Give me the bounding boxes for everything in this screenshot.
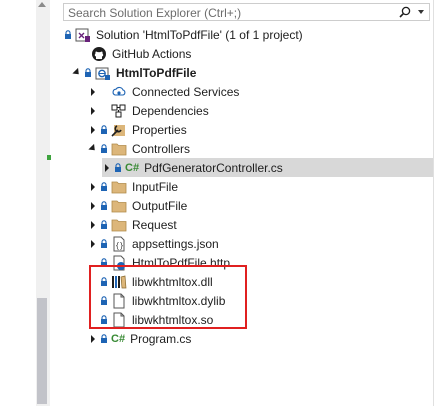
collapsed-chevron-icon[interactable]: [88, 101, 98, 120]
program-label: Program.cs: [130, 331, 192, 346]
highlight-annotation-box: [89, 265, 247, 329]
collapsed-chevron-icon[interactable]: [88, 120, 98, 139]
lock-icon: [101, 181, 107, 191]
github-icon: [92, 46, 106, 61]
connected-services-label: Connected Services: [132, 84, 240, 99]
appsettings-label: appsettings.json: [132, 236, 219, 251]
tree-item-appsettings[interactable]: {} appsettings.json: [88, 234, 219, 253]
json-file-icon: {}: [113, 236, 125, 251]
collapsed-chevron-icon[interactable]: [88, 329, 98, 348]
collapsed-chevron-icon[interactable]: [88, 177, 98, 196]
search-options-chevron-down-icon[interactable]: [418, 10, 424, 14]
lock-icon: [65, 29, 71, 39]
editor-scrollbar-thumb[interactable]: [37, 298, 47, 404]
tree-item-request[interactable]: Request: [88, 215, 177, 234]
tree-item-project[interactable]: HtmlToPdfFile: [72, 63, 196, 82]
scroll-up-arrow-icon[interactable]: [38, 2, 46, 7]
github-actions-label: GitHub Actions: [112, 46, 192, 61]
lock-icon: [101, 200, 107, 210]
csharp-project-icon: [95, 67, 110, 80]
request-label: Request: [132, 217, 177, 232]
expanded-chevron-icon[interactable]: [88, 139, 98, 158]
dependencies-label: Dependencies: [132, 103, 209, 118]
tree-item-solution[interactable]: Solution 'HtmlToPdfFile' (1 of 1 project…: [64, 25, 303, 44]
folder-icon: [111, 200, 127, 212]
lock-icon: [101, 143, 107, 153]
svg-text:{}: {}: [115, 243, 123, 251]
expanded-chevron-icon[interactable]: [72, 63, 82, 82]
lock-icon: [115, 162, 121, 172]
folder-icon: [111, 143, 127, 155]
tree-item-outputfile[interactable]: OutputFile: [88, 196, 187, 215]
search-input[interactable]: Search Solution Explorer (Ctrl+;): [63, 3, 430, 21]
inputfile-label: InputFile: [132, 179, 179, 194]
outputfile-label: OutputFile: [132, 198, 188, 213]
csharp-file-icon: C#: [111, 332, 126, 345]
tree-item-properties[interactable]: Properties: [88, 120, 187, 139]
tree-item-connected-services[interactable]: Connected Services: [88, 82, 239, 101]
csharp-file-icon: C#: [125, 161, 140, 174]
project-label: HtmlToPdfFile: [116, 65, 197, 80]
tree-item-pdf-generator-controller[interactable]: C# PdfGeneratorController.cs: [102, 158, 434, 177]
solution-icon: [75, 28, 90, 42]
search-icon[interactable]: [399, 6, 411, 18]
tree-item-program[interactable]: C# Program.cs: [88, 329, 191, 348]
properties-wrench-icon: [111, 124, 125, 137]
editor-gutter: [0, 0, 36, 406]
change-marker: [47, 155, 51, 160]
connected-services-icon: [112, 86, 126, 96]
collapsed-chevron-icon[interactable]: [102, 158, 112, 177]
panel-border: [433, 0, 434, 406]
folder-icon: [111, 181, 127, 193]
collapsed-chevron-icon[interactable]: [88, 234, 98, 253]
solution-label: Solution 'HtmlToPdfFile' (1 of 1 project…: [96, 27, 303, 42]
search-placeholder: Search Solution Explorer (Ctrl+;): [68, 6, 242, 20]
lock-icon: [101, 238, 107, 248]
properties-label: Properties: [132, 122, 187, 137]
controllers-label: Controllers: [132, 141, 191, 156]
folder-icon: [111, 219, 127, 231]
solution-explorer-panel: Search Solution Explorer (Ctrl+;) Soluti…: [52, 0, 434, 406]
lock-icon: [101, 124, 107, 134]
tree-item-dependencies[interactable]: Dependencies: [88, 101, 209, 120]
tree-item-inputfile[interactable]: InputFile: [88, 177, 178, 196]
pdf-controller-label: PdfGeneratorController.cs: [144, 160, 283, 175]
collapsed-chevron-icon[interactable]: [88, 196, 98, 215]
lock-icon: [101, 219, 107, 229]
tree-item-controllers[interactable]: Controllers: [88, 139, 190, 158]
dependencies-icon: [111, 104, 126, 117]
lock-icon: [85, 67, 91, 77]
collapsed-chevron-icon[interactable]: [88, 82, 98, 101]
tree-item-github-actions[interactable]: GitHub Actions: [91, 44, 191, 63]
lock-icon: [101, 333, 107, 343]
collapsed-chevron-icon[interactable]: [88, 215, 98, 234]
